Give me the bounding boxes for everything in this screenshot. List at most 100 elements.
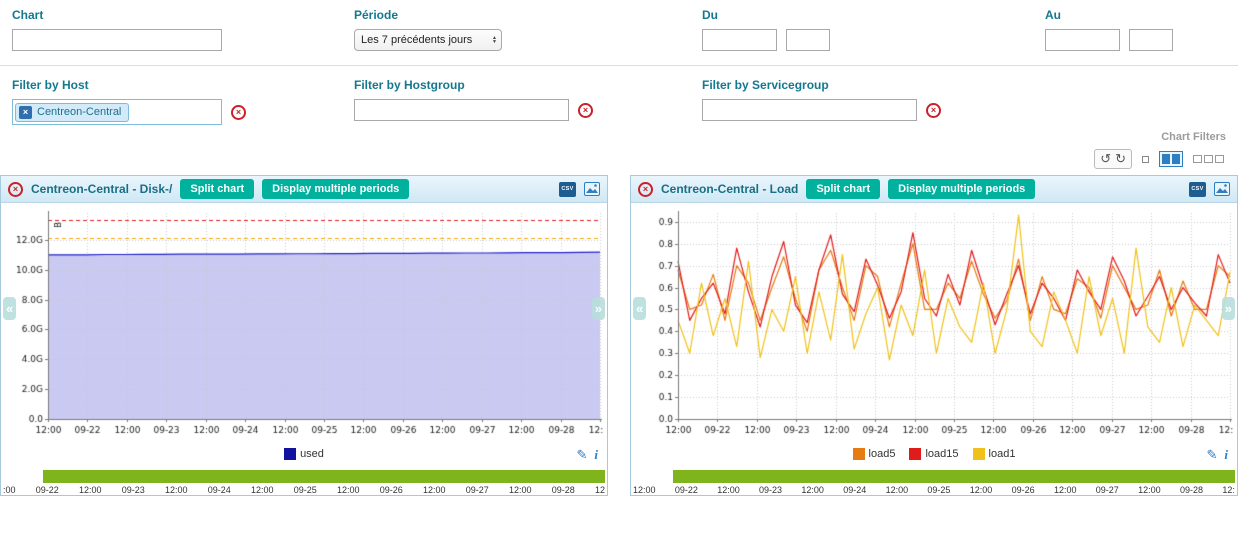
timeline-tick-label: 12:00: [509, 485, 532, 495]
legend-row: used ✎ i: [1, 445, 607, 467]
timeline-tick-label: 09-22: [36, 485, 59, 495]
split-chart-button[interactable]: Split chart: [180, 179, 254, 199]
edit-pencil-icon[interactable]: ✎: [1206, 447, 1217, 463]
image-export-icon[interactable]: [584, 182, 600, 196]
timeline-tick-label: 12:00: [337, 485, 360, 495]
legend-swatch-icon: [284, 448, 296, 460]
view-three-column-icon[interactable]: [1193, 155, 1224, 163]
chart-actions: ✎ i: [1206, 447, 1228, 463]
clear-hostgroup-filter-icon[interactable]: ×: [578, 103, 593, 118]
timeline-tick-label: 12:00: [165, 485, 188, 495]
timeline-tick-label: 12:00: [251, 485, 274, 495]
csv-export-icon[interactable]: CSV: [1189, 182, 1206, 197]
timeline-selector[interactable]: [43, 470, 605, 483]
clear-servicegroup-filter-icon[interactable]: ×: [926, 103, 941, 118]
chart-search-input[interactable]: [12, 29, 222, 51]
timeline-tick-label: 09-23: [759, 485, 782, 495]
split-chart-button[interactable]: Split chart: [806, 179, 880, 199]
chart-panel-load: × Centreon-Central - Load Split chart Di…: [630, 175, 1238, 496]
timeline-tick-label: 09-28: [1180, 485, 1203, 495]
clear-host-filter-icon[interactable]: ×: [231, 105, 246, 120]
info-icon[interactable]: i: [1224, 447, 1228, 463]
legend-item: load15: [909, 448, 958, 460]
load-chart[interactable]: [632, 205, 1236, 445]
chart-panel-disk: × Centreon-Central - Disk-/ Split chart …: [0, 175, 608, 496]
au-filter-group: Au: [1045, 8, 1226, 51]
host-chip[interactable]: × Centreon-Central: [15, 103, 129, 122]
hostgroup-filter-label: Filter by Hostgroup: [354, 78, 702, 92]
chart-filters-caption: Chart Filters: [12, 125, 1226, 143]
timeline-tick-label: 09-24: [208, 485, 231, 495]
timeline-tick-label: 12:: [1222, 485, 1235, 495]
au-date-input[interactable]: [1045, 29, 1120, 51]
chip-remove-icon[interactable]: ×: [19, 106, 32, 119]
timeline-tick-label: 09-26: [1012, 485, 1035, 495]
timeline-tick-label: 09-23: [122, 485, 145, 495]
filter-row-2: Filter by Host × Centreon-Central × Filt…: [12, 78, 1226, 125]
timeline-tick-label: 12:00: [970, 485, 993, 495]
view-two-column-icon[interactable]: [1159, 151, 1183, 167]
du-filter-group: Du: [702, 8, 1045, 51]
timeline-tick-label: 12:00: [801, 485, 824, 495]
next-period-button[interactable]: »: [592, 297, 605, 320]
du-time-input[interactable]: [786, 29, 830, 51]
servicegroup-filter-label: Filter by Servicegroup: [702, 78, 1045, 92]
timeline-tick-label: 09-25: [927, 485, 950, 495]
hostgroup-filter-group: Filter by Hostgroup ×: [354, 78, 702, 121]
servicegroup-filter-group: Filter by Servicegroup ×: [702, 78, 1045, 121]
close-chart-icon[interactable]: ×: [638, 182, 653, 197]
timeline-tick-label: 09-27: [466, 485, 489, 495]
select-arrows-icon: ▲▼: [492, 36, 497, 45]
panel-header: × Centreon-Central - Disk-/ Split chart …: [1, 176, 607, 203]
chart-panels: × Centreon-Central - Disk-/ Split chart …: [0, 175, 1238, 496]
chart-title: Centreon-Central - Disk-/: [31, 182, 172, 196]
next-period-button[interactable]: »: [1222, 297, 1235, 320]
timeline-selector[interactable]: [673, 470, 1235, 483]
chart-filter-group: Chart: [12, 8, 354, 51]
image-export-icon[interactable]: [1214, 182, 1230, 196]
periode-selected-value: Les 7 précédents jours: [361, 34, 472, 46]
servicegroup-filter-input[interactable]: [702, 99, 917, 121]
timeline-tick-label: 12:00: [1138, 485, 1161, 495]
panel-header: × Centreon-Central - Load Split chart Di…: [631, 176, 1237, 203]
host-filter-group: Filter by Host × Centreon-Central ×: [12, 78, 354, 125]
timeline-tick-label: 09-27: [1096, 485, 1119, 495]
close-chart-icon[interactable]: ×: [8, 182, 23, 197]
previous-period-button[interactable]: «: [633, 297, 646, 320]
divider: [0, 65, 1238, 66]
periode-label: Période: [354, 8, 702, 22]
hostgroup-filter-input[interactable]: [354, 99, 569, 121]
edit-pencil-icon[interactable]: ✎: [576, 447, 587, 463]
load-chart-area: « »: [631, 205, 1237, 445]
legend-swatch-icon: [853, 448, 865, 460]
display-multiple-periods-button[interactable]: Display multiple periods: [262, 179, 409, 199]
host-filter-input[interactable]: × Centreon-Central: [12, 99, 222, 125]
timeline-labels: :0009-2212:0009-2312:0009-2412:0009-2512…: [3, 485, 605, 495]
info-icon[interactable]: i: [594, 447, 598, 463]
timeline-tick-label: 12:00: [633, 485, 656, 495]
legend-swatch-icon: [909, 448, 921, 460]
chart-title: Centreon-Central - Load: [661, 182, 798, 196]
display-multiple-periods-button[interactable]: Display multiple periods: [888, 179, 1035, 199]
disk-chart-area: « »: [1, 205, 607, 445]
timeline-tick-label: 09-28: [552, 485, 575, 495]
du-date-input[interactable]: [702, 29, 777, 51]
timeline-tick-label: 12:00: [423, 485, 446, 495]
host-chip-label: Centreon-Central: [37, 106, 121, 118]
filter-row-1: Chart Période Les 7 précédents jours ▲▼ …: [12, 8, 1226, 51]
periode-select[interactable]: Les 7 précédents jours ▲▼: [354, 29, 502, 51]
refresh-ccw-icon[interactable]: ↺: [1100, 151, 1111, 167]
disk-usage-chart[interactable]: [2, 205, 606, 445]
refresh-cw-icon[interactable]: ↻: [1115, 151, 1126, 167]
view-compact-icon[interactable]: [1142, 156, 1149, 163]
au-time-input[interactable]: [1129, 29, 1173, 51]
chart-label: Chart: [12, 8, 354, 22]
periode-filter-group: Période Les 7 précédents jours ▲▼: [354, 8, 702, 51]
csv-export-icon[interactable]: CSV: [559, 182, 576, 197]
timeline-tick-label: 09-26: [380, 485, 403, 495]
legend-swatch-icon: [973, 448, 985, 460]
timeline-tick-label: 12:00: [717, 485, 740, 495]
previous-period-button[interactable]: «: [3, 297, 16, 320]
timeline-tick-label: 12: [595, 485, 605, 495]
legend-item: load5: [853, 448, 896, 460]
